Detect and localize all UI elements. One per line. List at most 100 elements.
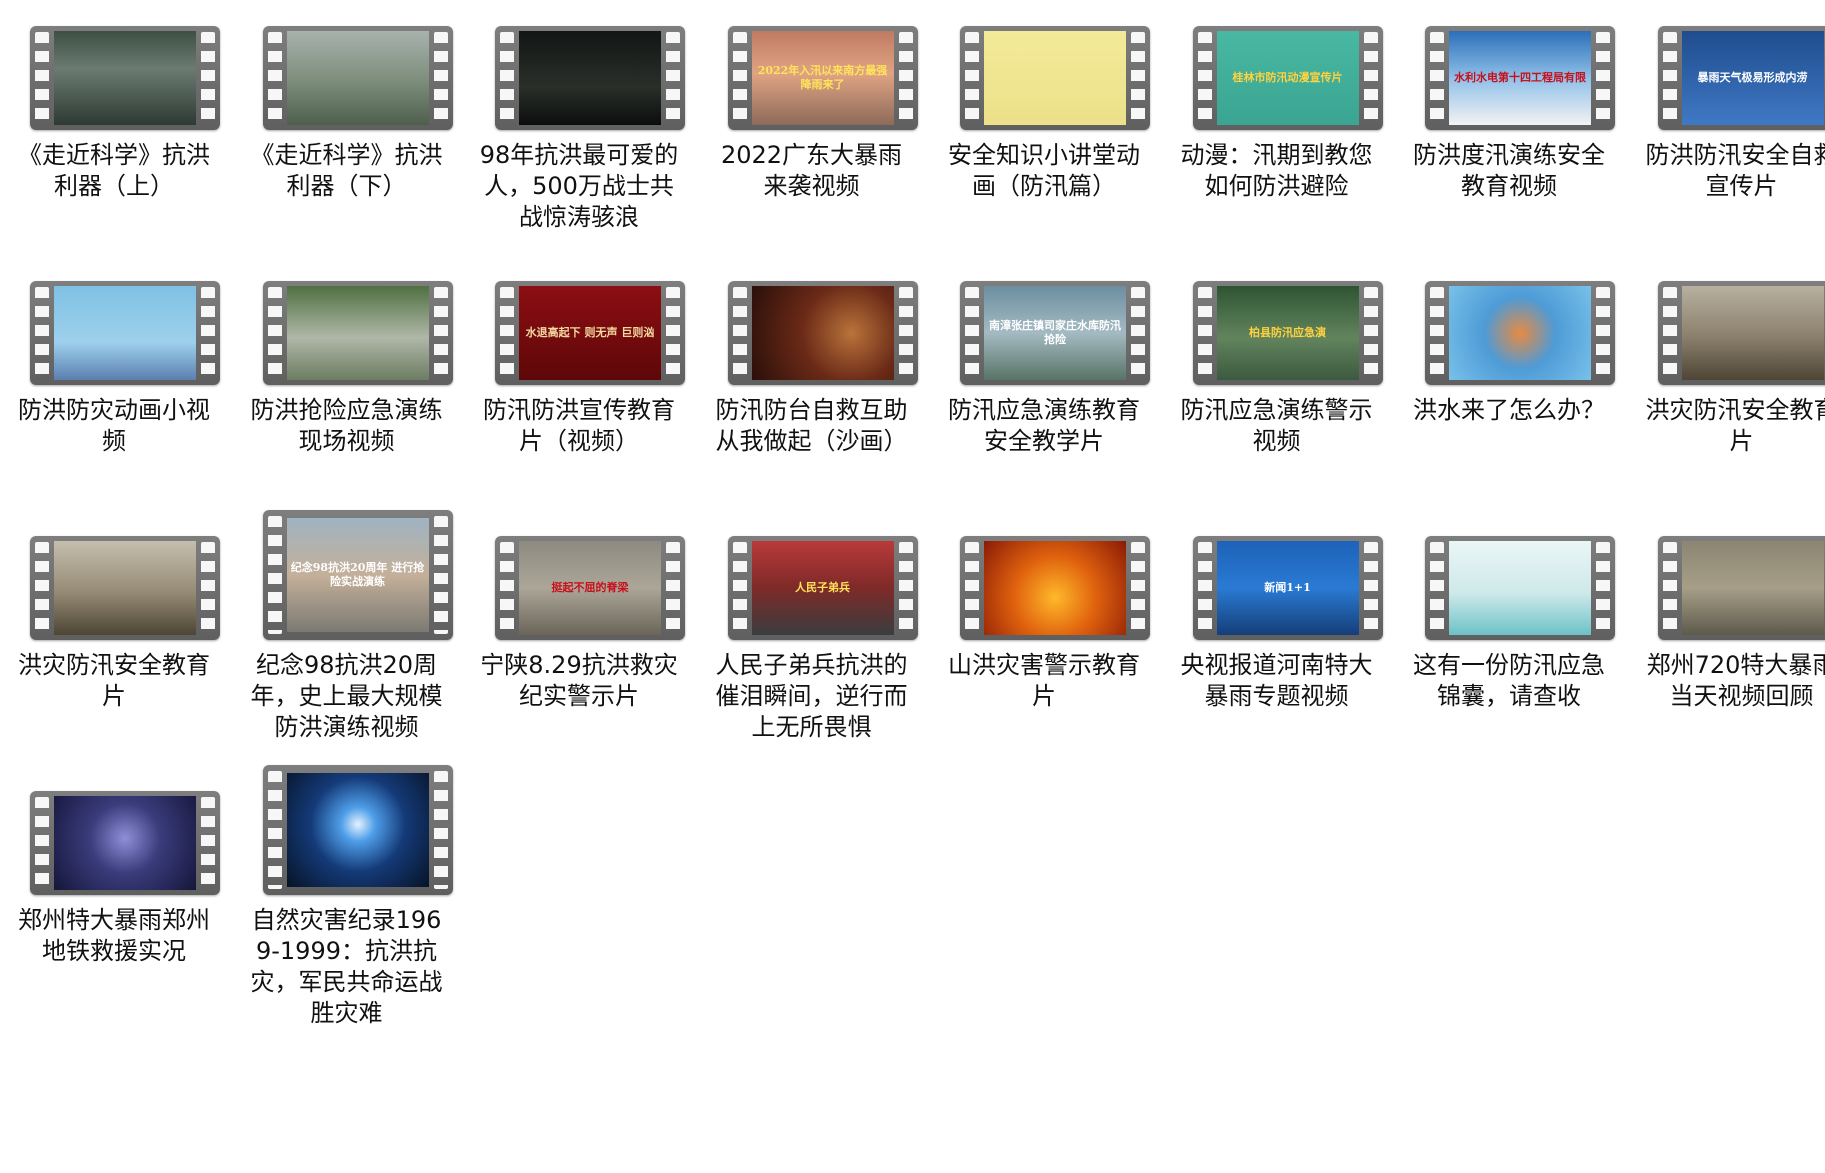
film-sprocket-holes-icon xyxy=(201,287,215,379)
video-file-name: 安全知识小讲堂动画（防汛篇） xyxy=(948,141,1140,200)
film-sprocket-holes-icon xyxy=(1363,287,1378,379)
video-thumbnail[interactable]: 人民子弟兵 xyxy=(727,536,918,640)
video-thumbnail[interactable] xyxy=(262,26,453,130)
video-file-name: 洪灾防汛安全教育片 xyxy=(1645,396,1825,455)
thumbnail-caption xyxy=(1682,541,1824,635)
film-sprocket-holes-icon xyxy=(732,542,747,634)
thumbnail-caption: 南漳张庄镇司家庄水库防汛抢险 xyxy=(989,319,1121,346)
soldier-thumbnail xyxy=(519,31,661,125)
video-grid: 《走近科学》抗洪利器（上） 《走近科学》抗洪利器（下） 98年抗洪最可爱的人，500… xyxy=(0,0,1825,1173)
video-thumbnail[interactable] xyxy=(1657,536,1825,640)
city-animation-thumbnail xyxy=(1449,541,1591,635)
video-file-name: 洪灾防汛安全教育片 xyxy=(18,651,210,710)
film-sprocket-holes-icon xyxy=(898,542,913,634)
video-file-name: 防洪度汛演练安全教育视频 xyxy=(1413,141,1605,200)
thumbnail-caption xyxy=(287,773,429,887)
film-sprocket-holes-icon xyxy=(965,542,979,634)
cartoon-officer-thumbnail xyxy=(984,31,1126,125)
rescuer-thumbnail: 人民子弟兵 xyxy=(751,541,894,635)
thumbnail-caption xyxy=(1682,286,1824,380)
video-thumbnail[interactable] xyxy=(1657,281,1825,385)
video-file-name: 自然灾害纪录1969-1999：抗洪抗灾，军民共命运战胜灾难 xyxy=(250,906,443,1027)
film-sprocket-holes-icon xyxy=(35,797,49,889)
video-file-name: 《走近科学》抗洪利器（上） xyxy=(18,141,210,200)
thumbnail-caption xyxy=(984,31,1126,125)
video-thumbnail[interactable] xyxy=(1425,281,1615,385)
thumbnail-caption xyxy=(54,31,196,125)
film-sprocket-holes-icon xyxy=(666,287,680,379)
thumbnail-caption: 2022年入汛以来南方最强降雨来了 xyxy=(757,64,888,91)
video-thumbnail[interactable] xyxy=(495,26,685,130)
video-thumbnail[interactable] xyxy=(262,765,453,895)
video-thumbnail[interactable] xyxy=(30,281,220,385)
film-sprocket-holes-icon xyxy=(1430,542,1444,634)
video-thumbnail[interactable]: 水退高起下 则无声 巨则汹 xyxy=(495,281,685,385)
drill-thumbnail xyxy=(286,286,429,380)
film-sprocket-holes-icon xyxy=(898,287,913,379)
film-sprocket-holes-icon xyxy=(1363,32,1378,124)
video-file-name: 央视报道河南特大暴雨专题视频 xyxy=(1180,651,1373,710)
news-anchor-thumbnail: 新闻1+1 xyxy=(1216,541,1359,635)
video-thumbnail[interactable]: 纪念98抗洪20周年 进行抢险实战演练 xyxy=(262,510,453,640)
video-file-name: 2022广东大暴雨来袭视频 xyxy=(720,141,903,200)
film-sprocket-holes-icon xyxy=(1596,32,1610,124)
film-sprocket-holes-icon xyxy=(267,771,282,889)
lake-thumbnail xyxy=(54,31,196,125)
film-sprocket-holes-icon xyxy=(1662,32,1677,124)
video-thumbnail[interactable]: 南漳张庄镇司家庄水库防汛抢险 xyxy=(960,281,1150,385)
town-animation-thumbnail xyxy=(54,286,196,380)
video-thumbnail[interactable] xyxy=(727,281,918,385)
thumbnail-caption: 新闻1+1 xyxy=(1264,581,1311,595)
thumbnail-caption xyxy=(1449,541,1591,635)
video-thumbnail[interactable] xyxy=(262,281,453,385)
video-thumbnail[interactable] xyxy=(960,536,1150,640)
video-thumbnail[interactable] xyxy=(960,26,1150,130)
teacher-thumbnail: 暴雨天气极易形成内涝 xyxy=(1681,31,1824,125)
thumbnail-caption: 纪念98抗洪20周年 进行抢险实战演练 xyxy=(290,561,425,588)
video-thumbnail[interactable]: 挺起不屈的脊梁 xyxy=(495,536,685,640)
video-file-name: 98年抗洪最可爱的人，500万战士共战惊涛骇浪 xyxy=(479,141,679,231)
video-file-name: 动漫：汛期到教您如何防洪避险 xyxy=(1180,141,1373,200)
video-file-name: 防洪抢险应急演练现场视频 xyxy=(250,396,443,455)
thumbnail-caption xyxy=(54,286,196,380)
film-sprocket-holes-icon xyxy=(965,287,979,379)
film-sprocket-holes-icon xyxy=(1363,542,1378,634)
film-sprocket-holes-icon xyxy=(666,32,680,124)
film-sprocket-holes-icon xyxy=(35,287,49,379)
film-sprocket-holes-icon xyxy=(965,32,979,124)
video-thumbnail[interactable]: 桂林市防汛动漫宣传片 xyxy=(1192,26,1383,130)
thumbnail-caption xyxy=(1449,286,1591,380)
thumbnail-caption xyxy=(54,541,196,635)
video-thumbnail[interactable]: 2022年入汛以来南方最强降雨来了 xyxy=(727,26,918,130)
thumbnail-caption xyxy=(519,31,661,125)
video-file-name: 防汛防台自救互助从我做起（沙画） xyxy=(715,396,908,455)
video-thumbnail[interactable] xyxy=(30,536,220,640)
abstract-thumbnail xyxy=(54,796,196,890)
film-sprocket-holes-icon xyxy=(35,542,49,634)
film-sprocket-holes-icon xyxy=(1596,287,1610,379)
boats-thumbnail: 纪念98抗洪20周年 进行抢险实战演练 xyxy=(286,518,429,632)
film-sprocket-holes-icon xyxy=(267,32,282,124)
video-file-name: 宁陕8.29抗洪救灾纪实警示片 xyxy=(480,651,678,710)
video-file-name: 山洪灾害警示教育片 xyxy=(948,651,1140,710)
video-thumbnail[interactable] xyxy=(30,26,220,130)
flood-art-thumbnail xyxy=(1681,286,1824,380)
video-thumbnail[interactable]: 水利水电第十四工程局有限 xyxy=(1425,26,1615,130)
thumbnail-caption: 水退高起下 则无声 巨则汹 xyxy=(525,326,655,340)
sky-thumbnail: 水利水电第十四工程局有限 xyxy=(1449,31,1591,125)
film-sprocket-holes-icon xyxy=(1596,542,1610,634)
video-thumbnail[interactable] xyxy=(1425,536,1615,640)
film-sprocket-holes-icon xyxy=(500,32,514,124)
video-file-name: 《走近科学》抗洪利器（下） xyxy=(250,141,443,200)
video-thumbnail[interactable]: 暴雨天气极易形成内涝 xyxy=(1657,26,1825,130)
film-sprocket-holes-icon xyxy=(433,32,448,124)
film-sprocket-holes-icon xyxy=(201,542,215,634)
flood-art-thumbnail xyxy=(54,541,196,635)
light-burst-thumbnail xyxy=(286,773,429,887)
video-thumbnail[interactable]: 新闻1+1 xyxy=(1192,536,1383,640)
thumbnail-caption: 水利水电第十四工程局有限 xyxy=(1454,71,1586,85)
video-thumbnail[interactable]: 柏县防汛应急演 xyxy=(1192,281,1383,385)
film-sprocket-holes-icon xyxy=(433,771,448,889)
video-thumbnail[interactable] xyxy=(30,791,220,895)
film-sprocket-holes-icon xyxy=(433,287,448,379)
